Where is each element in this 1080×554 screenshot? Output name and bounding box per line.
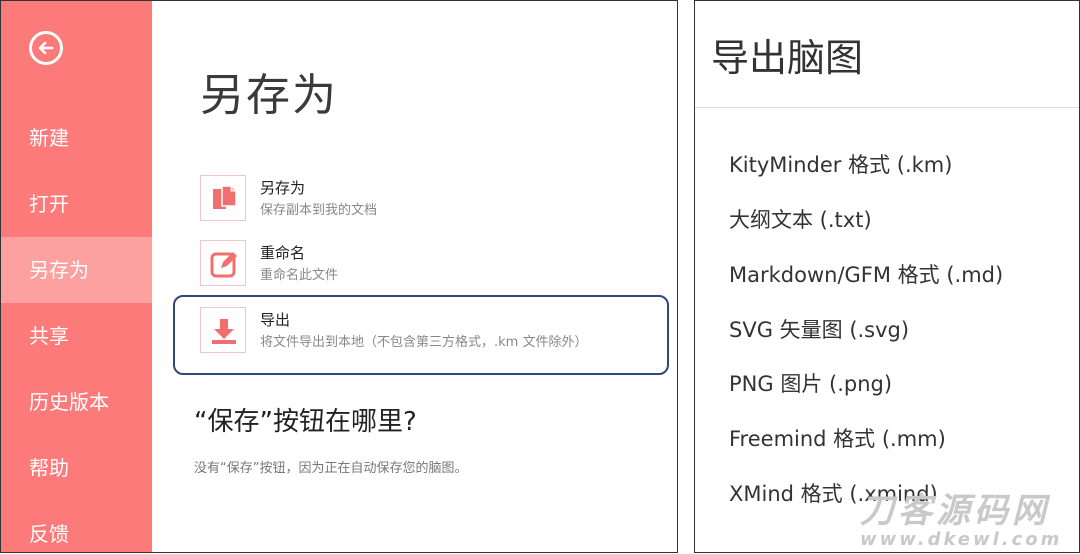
back-button[interactable] — [29, 31, 63, 65]
format-item-md[interactable]: Markdown/GFM 格式 (.md) — [729, 259, 1003, 289]
export-highlight-box — [173, 295, 669, 375]
option-save-as[interactable]: 另存为 保存副本到我的文档 — [200, 175, 670, 225]
option-desc: 重命名此文件 — [260, 268, 339, 283]
format-item-mm[interactable]: Freemind 格式 (.mm) — [729, 423, 946, 453]
sidebar: 新建 打开 另存为 共享 历史版本 帮助 反馈 — [1, 1, 152, 552]
sidebar-item-help[interactable]: 帮助 — [1, 435, 152, 501]
option-title: 另存为 — [260, 179, 306, 197]
copy-icon — [200, 175, 246, 221]
format-item-km[interactable]: KityMinder 格式 (.km) — [729, 149, 952, 179]
save-as-panel: 新建 打开 另存为 共享 历史版本 帮助 反馈 另存为 另存为 保存副本到我的文… — [0, 0, 678, 553]
sidebar-item-share[interactable]: 共享 — [1, 303, 152, 369]
sidebar-item-feedback[interactable]: 反馈 — [1, 501, 152, 552]
sidebar-item-save-as[interactable]: 另存为 — [1, 237, 152, 303]
save-button-heading: “保存”按钮在哪里? — [194, 407, 417, 437]
option-desc: 保存副本到我的文档 — [260, 203, 378, 218]
main-content: 另存为 另存为 保存副本到我的文档 重命名 重命名此文件 导出 将文件导出到本地… — [152, 1, 677, 552]
page-title: 另存为 — [200, 70, 338, 121]
divider — [695, 107, 1079, 108]
export-panel-title: 导出脑图 — [711, 36, 864, 80]
sidebar-item-history[interactable]: 历史版本 — [1, 369, 152, 435]
arrow-left-icon — [38, 41, 54, 55]
format-item-svg[interactable]: SVG 矢量图 (.svg) — [729, 314, 909, 344]
format-item-png[interactable]: PNG 图片 (.png) — [729, 368, 892, 398]
option-title: 重命名 — [260, 244, 306, 262]
autosave-note: 没有“保存”按钮，因为正在自动保存您的脑图。 — [194, 461, 468, 476]
export-panel: 导出脑图 KityMinder 格式 (.km) 大纲文本 (.txt) Mar… — [694, 0, 1080, 553]
sidebar-item-open[interactable]: 打开 — [1, 171, 152, 237]
format-item-xmind[interactable]: XMind 格式 (.xmind) — [729, 478, 938, 508]
sidebar-item-new[interactable]: 新建 — [1, 105, 152, 171]
format-item-txt[interactable]: 大纲文本 (.txt) — [729, 204, 872, 234]
edit-icon — [200, 240, 246, 286]
option-rename[interactable]: 重命名 重命名此文件 — [200, 240, 670, 290]
